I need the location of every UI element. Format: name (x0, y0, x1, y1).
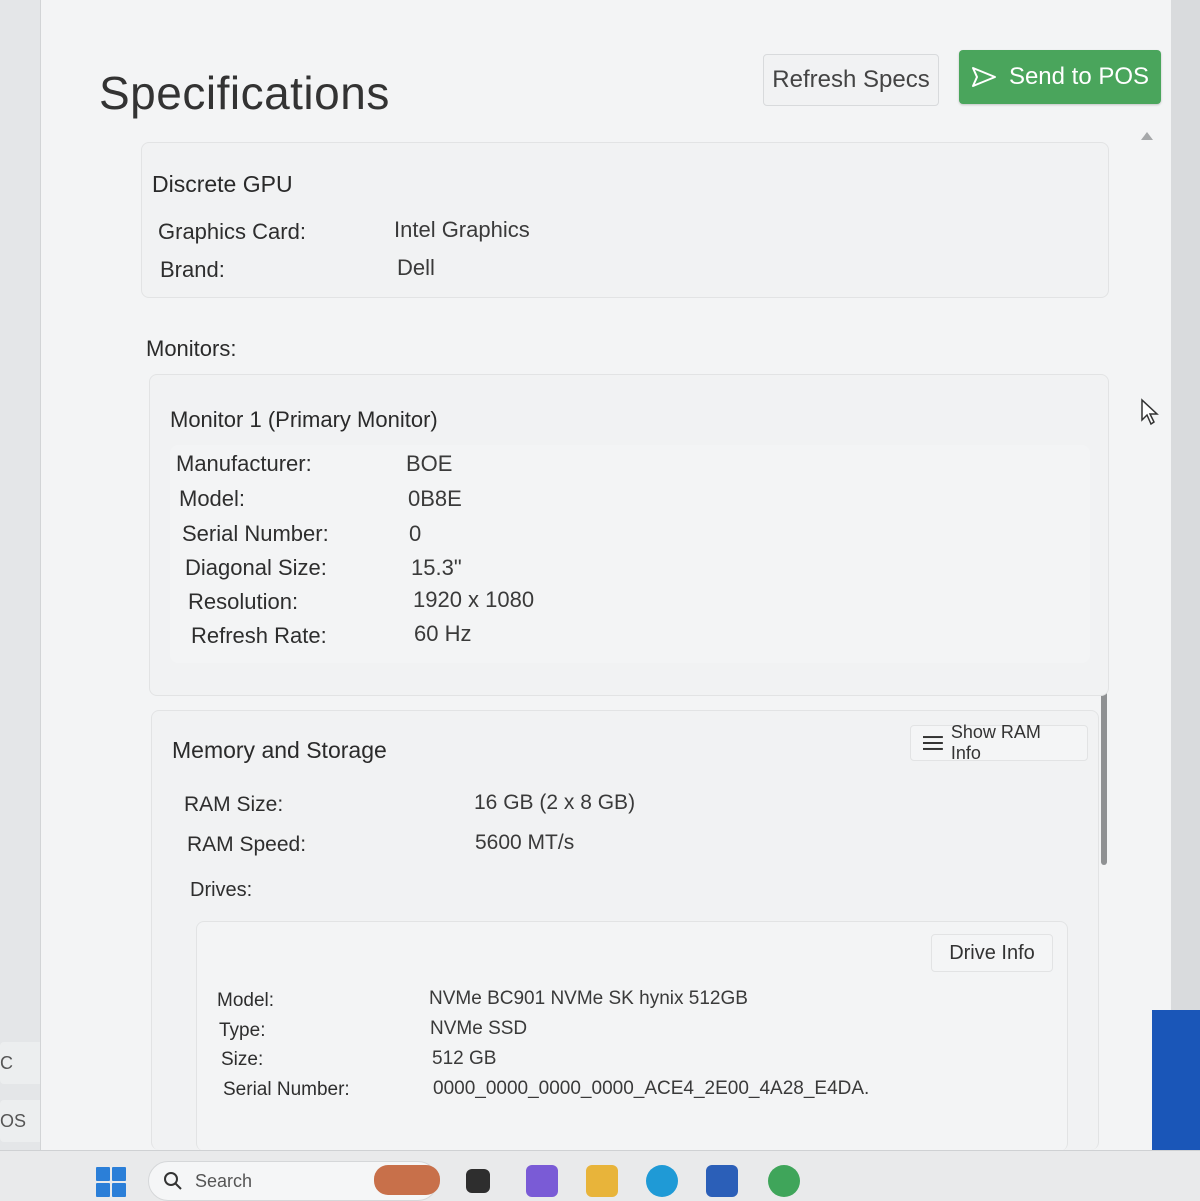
task-view-icon[interactable] (466, 1169, 490, 1193)
widget-image-icon[interactable] (374, 1165, 440, 1195)
taskbar: Search (0, 1150, 1200, 1201)
send-icon (971, 67, 996, 87)
memory-value: 5600 MT/s (475, 831, 575, 854)
monitors-card: Monitor 1 (Primary Monitor) Manufacturer… (149, 374, 1109, 696)
monitor-value: 1920 x 1080 (413, 587, 535, 612)
drive-value: 0000_0000_0000_0000_ACE4_2E00_4A28_E4DA. (433, 1078, 870, 1099)
search-placeholder: Search (195, 1170, 253, 1191)
copilot-icon[interactable] (526, 1165, 558, 1197)
drive-label: Serial Number: (223, 1079, 350, 1100)
drive-value: 512 GB (432, 1048, 497, 1069)
drive-value: NVMe BC901 NVMe SK hynix 512GB (429, 988, 748, 1009)
scroll-up-arrow-icon[interactable] (1141, 132, 1153, 140)
drive-label: Size: (221, 1049, 264, 1070)
monitor-value: BOE (406, 451, 453, 476)
gpu-value: Intel Graphics (394, 217, 530, 242)
search-icon (164, 1172, 182, 1190)
refresh-specs-button[interactable]: Refresh Specs (763, 54, 939, 106)
memory-value: 16 GB (2 x 8 GB) (474, 791, 636, 814)
background-window-edge (1152, 1010, 1200, 1150)
store-icon[interactable] (706, 1165, 738, 1197)
monitor-value: 0 (409, 521, 422, 546)
memory-label: RAM Size: (184, 793, 284, 816)
monitors-heading: Monitors: (146, 336, 237, 361)
side-nav-label: C (0, 1053, 13, 1073)
gpu-card: Discrete GPU Graphics Card: Intel Graphi… (141, 142, 1109, 298)
monitor-label: Resolution: (188, 589, 299, 614)
send-to-pos-label: Send to POS (1008, 63, 1150, 90)
background-panel (0, 0, 40, 1150)
side-nav-label: OS (0, 1111, 27, 1131)
monitor-details: Manufacturer: BOE Model: 0B8E Serial Num… (170, 445, 1090, 663)
monitor-value: 0B8E (408, 486, 462, 511)
drive-card: Drive Info Model: NVMe BC901 NVMe SK hyn… (196, 921, 1068, 1151)
monitor-label: Model: (179, 486, 246, 511)
send-to-pos-button[interactable]: Send to POS (959, 50, 1161, 104)
monitor-label: Diagonal Size: (185, 555, 327, 580)
drive-info-label: Drive Info (949, 941, 1035, 964)
app-icon[interactable] (768, 1165, 800, 1197)
monitor-label: Manufacturer: (176, 451, 312, 476)
monitor-title: Monitor 1 (Primary Monitor) (170, 407, 438, 432)
edge-browser-icon[interactable] (646, 1165, 678, 1197)
specifications-window: Specifications Refresh Specs Send to POS… (40, 0, 1171, 1151)
drive-label: Type: (219, 1020, 266, 1041)
memory-storage-card: Memory and Storage Show RAM Info RAM Siz… (151, 710, 1099, 1151)
monitor-label: Serial Number: (182, 521, 329, 546)
gpu-heading: Discrete GPU (152, 171, 293, 197)
refresh-specs-label: Refresh Specs (772, 66, 930, 93)
mouse-cursor-icon (1141, 398, 1159, 426)
drive-label: Model: (217, 990, 275, 1011)
memory-label: RAM Speed: (187, 833, 307, 856)
page-title: Specifications (99, 67, 390, 119)
show-ram-info-label: Show RAM Info (950, 722, 1041, 763)
memory-heading: Memory and Storage (172, 737, 387, 763)
monitor-value: 60 Hz (414, 621, 472, 646)
gpu-label: Brand: (160, 257, 225, 282)
drive-value: NVMe SSD (430, 1018, 528, 1039)
start-windows-icon[interactable] (96, 1167, 126, 1197)
monitor-value: 15.3" (411, 555, 462, 580)
monitor-label: Refresh Rate: (191, 623, 327, 648)
gpu-value: Dell (397, 255, 435, 280)
gpu-label: Graphics Card: (158, 219, 306, 244)
list-icon (923, 736, 943, 750)
file-explorer-icon[interactable] (586, 1165, 618, 1197)
drive-info-button[interactable]: Drive Info (931, 934, 1053, 972)
drives-heading: Drives: (190, 879, 253, 901)
show-ram-info-button[interactable]: Show RAM Info (910, 722, 1088, 763)
